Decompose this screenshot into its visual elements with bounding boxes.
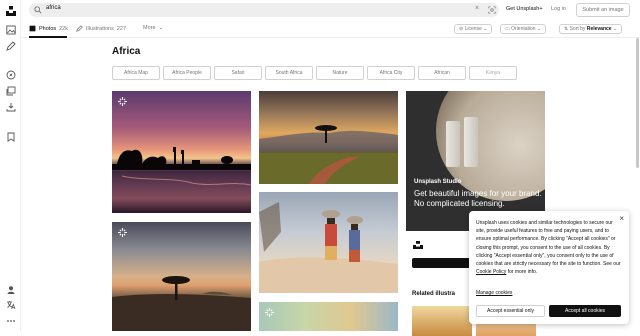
promo-headline: Get beautiful images for your brand. No … <box>414 189 542 208</box>
related-searches: Africa Map Africa People Safari South Af… <box>112 66 522 80</box>
photo-safari-sunset[interactable] <box>112 91 251 213</box>
more-menu[interactable]: More ⌄ <box>143 25 163 31</box>
related-chip[interactable]: African <box>418 66 466 80</box>
photo-savanna-sunset[interactable] <box>259 91 398 184</box>
submit-image-button[interactable]: Submit an image <box>576 3 630 17</box>
page-title: Africa <box>112 46 141 57</box>
left-sidebar <box>0 0 21 331</box>
related-illustrations-title: Related illustra <box>412 291 456 297</box>
unsplash-logo-icon <box>413 241 423 249</box>
photo-acacia-tree[interactable] <box>112 222 251 331</box>
sort-icon: ⇅ <box>564 26 569 32</box>
unsplash-logo-icon[interactable] <box>5 5 16 16</box>
unsplash-plus-icon <box>118 97 127 106</box>
photo-icon <box>29 25 36 32</box>
unsplash-plus-icon <box>118 228 127 237</box>
more-icon[interactable] <box>5 315 16 326</box>
promo-bottle-graphic <box>446 121 460 167</box>
clear-search-icon[interactable]: × <box>475 5 479 12</box>
related-chip[interactable]: Africa City <box>367 66 415 80</box>
tab-illustrations[interactable]: Illustrations 227 <box>76 25 126 32</box>
acacia-graphic <box>112 276 251 331</box>
compass-icon[interactable] <box>5 69 16 80</box>
active-tab-indicator <box>29 36 67 38</box>
pen-icon[interactable] <box>5 40 16 51</box>
orientation-filter[interactable]: ▭ Orientation ⌄ <box>500 24 547 34</box>
bookmark-icon[interactable] <box>5 131 16 142</box>
login-link[interactable]: Log in <box>551 6 566 12</box>
top-bar: africa × Get Unsplash+ Log in Submit an … <box>21 0 640 20</box>
tab-photos-count: 22k <box>59 25 68 32</box>
user-icon[interactable] <box>5 284 16 295</box>
license-icon: ⊘ <box>459 26 464 32</box>
tab-photos-label: Photos <box>39 25 57 32</box>
women-graphic <box>259 202 398 293</box>
image-icon[interactable] <box>5 24 16 35</box>
get-unsplash-plus-link[interactable]: Get Unsplash+ <box>506 6 543 12</box>
unsplash-plus-icon <box>265 308 274 317</box>
license-label: License <box>464 26 482 32</box>
related-chip[interactable]: Africa People <box>163 66 211 80</box>
orientation-icon: ▭ <box>505 26 510 32</box>
cookie-consent-dialog: × Unsplash uses cookies and similar tech… <box>469 211 629 324</box>
orientation-label: Orientation <box>511 26 536 32</box>
photo-women-walking[interactable] <box>259 192 398 293</box>
related-illustration[interactable] <box>412 306 472 336</box>
pen-icon <box>76 25 83 32</box>
related-chip[interactable]: Africa Map <box>112 66 160 80</box>
cookie-message-end: for more info. <box>506 269 538 276</box>
visual-search-icon[interactable] <box>488 6 496 14</box>
filter-bar: Photos 22k Illustrations 227 More ⌄ ⊘ Li… <box>21 20 640 38</box>
search-icon <box>34 6 42 14</box>
tab-illustrations-label: Illustrations <box>86 25 114 32</box>
tab-illustrations-count: 227 <box>116 25 127 32</box>
related-chip[interactable]: Safari <box>214 66 262 80</box>
cookie-policy-link[interactable]: Cookie Policy <box>476 269 506 275</box>
tab-photos[interactable]: Photos 22k <box>29 25 68 32</box>
search-bar[interactable]: africa × <box>29 3 499 17</box>
cookie-message: Unsplash uses cookies and similar techno… <box>476 219 622 276</box>
unsplash-studio-promo[interactable]: Unsplash Studio Get beautiful images for… <box>406 91 545 231</box>
savanna-graphic <box>259 125 398 184</box>
search-input[interactable]: africa <box>46 5 61 11</box>
sort-filter[interactable]: ⇅ Sort by Relevance ⌄ <box>559 24 623 34</box>
more-label: More <box>143 25 156 31</box>
promo-bottle-graphic <box>464 117 478 167</box>
accept-all-cookies-button[interactable]: Accept all cookies <box>549 305 621 317</box>
safari-silhouette-graphic <box>112 147 251 213</box>
manage-cookies-link[interactable]: Manage cookies <box>476 290 512 296</box>
collections-icon[interactable] <box>5 85 16 96</box>
page-scrollbar[interactable] <box>636 38 639 168</box>
license-filter[interactable]: ⊘ License ⌄ <box>454 24 493 34</box>
sort-value: Relevance <box>586 26 612 32</box>
cookie-message-text: Unsplash uses cookies and similar techno… <box>476 220 621 268</box>
sort-label: Sort by <box>569 26 586 32</box>
chevron-down-icon: ⌄ <box>158 25 164 31</box>
related-chip[interactable]: South Africa <box>265 66 313 80</box>
related-chip[interactable]: Kenya <box>469 66 517 80</box>
related-chip[interactable]: Nature <box>316 66 364 80</box>
language-icon[interactable] <box>5 299 16 310</box>
download-icon[interactable] <box>5 101 16 112</box>
photo-africa-map[interactable] <box>259 302 398 331</box>
accept-essential-button[interactable]: Accept essential only <box>476 305 545 317</box>
promo-brand: Unsplash Studio <box>414 179 462 185</box>
